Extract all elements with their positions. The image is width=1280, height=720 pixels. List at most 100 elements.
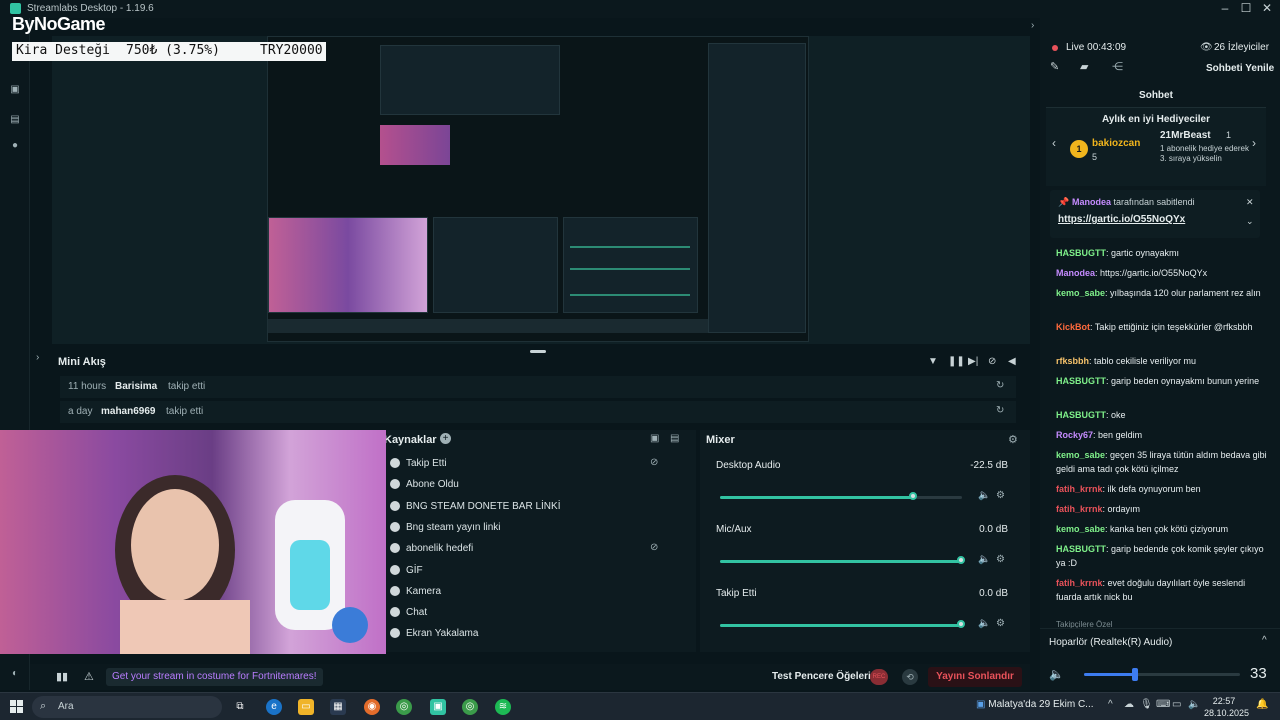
maximize-icon[interactable]: ☐ — [1237, 1, 1255, 17]
replay-buffer-icon[interactable]: ⟲ — [902, 669, 918, 685]
source-item[interactable]: abonelik hedefi ⊘ — [388, 539, 688, 559]
chat-username[interactable]: fatih_krrnk — [1056, 578, 1103, 588]
edge-icon[interactable]: e — [266, 699, 282, 715]
viewer-count[interactable]: 26 İzleyiciler — [1214, 42, 1269, 53]
chat-username[interactable]: fatih_krrnk — [1056, 504, 1103, 514]
expand-chevron-icon[interactable]: › — [36, 352, 39, 363]
pause-icon[interactable]: ❚❚ — [948, 356, 965, 367]
weather-text: Malatya'da 29 Ekim C... — [988, 699, 1094, 710]
chrome-icon[interactable]: ◎ — [396, 699, 412, 715]
source-item[interactable]: Abone Oldu — [388, 475, 688, 495]
camera-icon[interactable]: ▰ — [1080, 60, 1088, 73]
replay-icon[interactable]: ↻ — [996, 380, 1004, 391]
hidden-eye-icon[interactable]: ⊘ — [650, 457, 658, 468]
chat-username[interactable]: HASBUGTT — [1056, 248, 1106, 258]
pinned-link[interactable]: https://gartic.io/O55NoQYx — [1058, 214, 1185, 225]
mixer-settings-icon[interactable]: ⚙ — [1008, 433, 1018, 446]
channel-settings-icon[interactable]: ⚙ — [996, 490, 1005, 501]
volume-fill — [720, 496, 914, 499]
chat-username[interactable]: kemo_sabe — [1056, 450, 1105, 460]
volume-knob[interactable] — [957, 620, 965, 628]
chat-username[interactable]: HASBUGTT — [1056, 376, 1106, 386]
minimize-icon[interactable]: – — [1216, 1, 1234, 17]
clock[interactable]: 22:57 28.10.2025 — [1204, 695, 1249, 719]
chat-username[interactable]: kemo_sabe — [1056, 524, 1105, 534]
source-item[interactable]: Takip Etti ⊘ — [388, 454, 688, 474]
stats-icon[interactable]: ▮▮ — [56, 670, 68, 683]
mute-icon[interactable]: 🔈 — [978, 490, 990, 501]
unpin-icon[interactable]: ✕ — [1246, 197, 1254, 208]
file-explorer-icon[interactable]: ▭ — [298, 699, 314, 715]
mute-icon[interactable]: 🔈 — [978, 554, 990, 565]
tab-chat[interactable]: Sohbet — [1046, 86, 1266, 108]
chat-username[interactable]: rfksbbh — [1056, 356, 1089, 366]
channel-settings-icon[interactable]: ⚙ — [996, 618, 1005, 629]
chat-username[interactable]: HASBUGTT — [1056, 544, 1106, 554]
volume-knob[interactable] — [909, 492, 917, 500]
mic-icon[interactable]: 🎙 — [1140, 699, 1153, 710]
volume-slider[interactable] — [1084, 668, 1240, 681]
edit-icon[interactable]: ✎ — [1050, 60, 1059, 73]
chrome-profile-icon[interactable]: ◎ — [462, 699, 478, 715]
notifications-icon[interactable]: 🔔 — [1256, 699, 1268, 710]
streamlabs-icon[interactable]: ▣ — [430, 699, 446, 715]
speaker-icon[interactable]: 🔈 — [1049, 667, 1064, 681]
source-item[interactable]: Ekran Yakalama — [388, 624, 688, 644]
spotify-icon[interactable]: ≋ — [495, 699, 511, 715]
mute-icon[interactable]: 🔈 — [978, 618, 990, 629]
promo-banner[interactable]: Get your stream in costume for Fortnitem… — [106, 668, 323, 686]
source-item[interactable]: Bng steam yayın linki — [388, 518, 688, 538]
layouts-icon[interactable]: ▤ — [9, 114, 21, 126]
chat-username[interactable]: HASBUGTT — [1056, 410, 1106, 420]
source-item[interactable]: Kamera — [388, 582, 688, 602]
close-icon[interactable]: ✕ — [1258, 1, 1276, 17]
store-icon[interactable]: ▣ — [9, 84, 21, 96]
mute-alerts-icon[interactable]: ⊘ — [988, 356, 996, 367]
next-icon[interactable]: › — [1252, 136, 1256, 150]
profile-icon[interactable]: ◐ — [9, 668, 21, 680]
hidden-eye-icon[interactable]: ⊘ — [650, 542, 658, 553]
refresh-chat-button[interactable]: Sohbeti Yenile — [1206, 63, 1274, 74]
prev-icon[interactable]: ‹ — [1052, 136, 1056, 150]
source-item[interactable]: GİF — [388, 561, 688, 581]
expand-pinned-icon[interactable]: ⌄ — [1246, 216, 1254, 227]
alert-icon[interactable]: ⚠ — [84, 670, 94, 683]
folder-icon[interactable]: ▤ — [670, 433, 679, 444]
add-source-icon[interactable]: + — [440, 433, 451, 444]
end-stream-button[interactable]: Yayını Sonlandır — [928, 667, 1022, 687]
volume-icon[interactable]: ◀ — [1008, 356, 1016, 367]
volume-knob[interactable] — [957, 556, 965, 564]
filter-icon[interactable]: ▼ — [928, 356, 938, 367]
chat-username[interactable]: fatih_krrnk — [1056, 484, 1103, 494]
store-taskbar-icon[interactable]: ▦ — [330, 699, 346, 715]
chat-username[interactable]: Manodea — [1056, 268, 1095, 278]
chat-username[interactable]: KickBot — [1056, 322, 1090, 332]
audio-device[interactable]: Hoparlör (Realtek(R) Audio) — [1049, 637, 1172, 648]
collapse-chat-icon[interactable]: › — [1031, 20, 1034, 31]
task-view-icon[interactable]: ⧉ — [232, 699, 248, 715]
test-widgets-button[interactable]: Test Pencere Öğeleri — [772, 671, 871, 682]
sound-icon[interactable]: 🔈 — [1188, 699, 1200, 710]
network-icon[interactable]: ▭ — [1172, 699, 1181, 710]
weather-widget[interactable]: ▣ Malatya'da 29 Ekim C... — [976, 699, 1126, 715]
share-icon[interactable]: ⋲ — [1112, 60, 1123, 73]
tray-chevron-icon[interactable]: ^ — [1108, 699, 1113, 710]
rec-button[interactable]: REC — [870, 669, 888, 685]
chat-username[interactable]: kemo_sabe — [1056, 288, 1105, 298]
channel-settings-icon[interactable]: ⚙ — [996, 554, 1005, 565]
preview-canvas[interactable] — [267, 36, 809, 342]
keyboard-icon[interactable]: ⌨ — [1156, 699, 1170, 710]
add-folder-icon[interactable]: ▣ — [650, 433, 659, 444]
source-item[interactable]: BNG STEAM DONETE BAR LİNKİ — [388, 497, 688, 517]
tray-cloud-icon[interactable]: ☁ — [1124, 699, 1134, 710]
skip-icon[interactable]: ▶| — [968, 356, 978, 367]
chat-username[interactable]: Rocky67 — [1056, 430, 1093, 440]
record-icon[interactable]: ● — [9, 140, 21, 152]
windows-start-icon[interactable] — [10, 700, 24, 714]
chat-message: HASBUGTT: garip beden oynayakmı bunun ye… — [1056, 374, 1270, 388]
taskbar-search[interactable]: ⌕ Ara — [32, 696, 222, 718]
replay-icon[interactable]: ↻ — [996, 405, 1004, 416]
firefox-icon[interactable]: ◉ — [364, 699, 380, 715]
source-item[interactable]: Chat — [388, 603, 688, 623]
audio-collapse-icon[interactable]: ^ — [1262, 635, 1267, 646]
